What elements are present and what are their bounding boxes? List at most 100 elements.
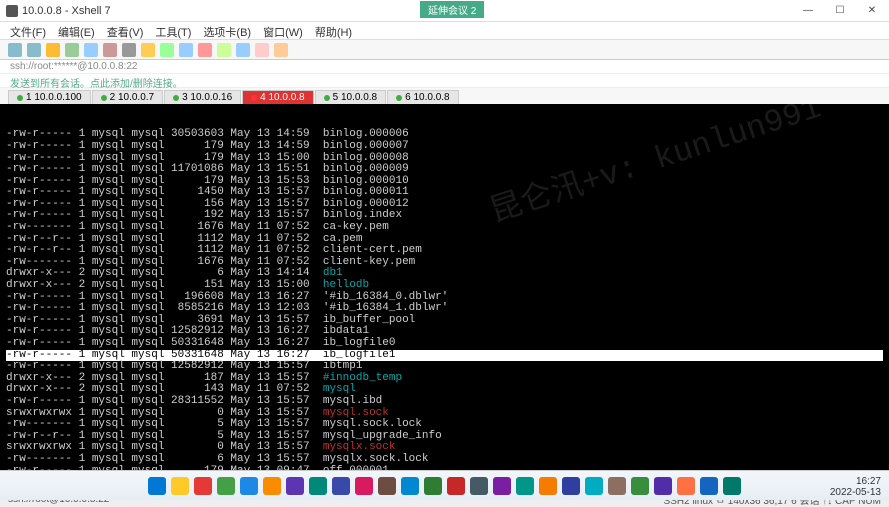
clock-date: 2022-05-13 <box>830 487 881 498</box>
tab-label: 2 10.0.0.7 <box>110 92 154 103</box>
tab-label: 3 10.0.0.16 <box>182 92 232 103</box>
file-name: binlog.000012 <box>323 198 409 210</box>
file-name: binlog.000009 <box>323 163 409 175</box>
taskbar-app-icon[interactable] <box>585 477 603 495</box>
session-tab[interactable]: 3 10.0.0.16 <box>164 90 241 104</box>
toolbar-icon[interactable] <box>141 43 155 57</box>
os-taskbar <box>0 470 889 500</box>
file-name: mysql.ibd <box>323 395 382 407</box>
file-name: ib_buffer_pool <box>323 314 415 326</box>
file-name: #innodb_temp <box>323 372 402 384</box>
taskbar-app-icon[interactable] <box>677 477 695 495</box>
maximize-button[interactable]: ☐ <box>829 5 851 16</box>
taskbar-app-icon[interactable] <box>654 477 672 495</box>
toolbar-icon[interactable] <box>122 43 136 57</box>
menu-item[interactable]: 工具(T) <box>155 24 191 37</box>
toolbar-icon[interactable] <box>198 43 212 57</box>
toolbar-icon[interactable] <box>255 43 269 57</box>
file-name: '#ib_16384_1.dblwr' <box>323 302 448 314</box>
toolbar-icon[interactable] <box>160 43 174 57</box>
taskbar-app-icon[interactable] <box>309 477 327 495</box>
file-name: mysql.sock.lock <box>323 418 422 430</box>
window-controls: — ☐ ✕ <box>797 5 883 16</box>
meeting-tag: 延伸会议 2 <box>420 1 484 18</box>
toolbar-icon[interactable] <box>27 43 41 57</box>
status-dot-icon <box>17 95 23 101</box>
file-name: mysql_upgrade_info <box>323 430 442 442</box>
taskbar-app-icon[interactable] <box>355 477 373 495</box>
tab-label: 1 10.0.0.100 <box>26 92 82 103</box>
taskbar-app-icon[interactable] <box>378 477 396 495</box>
menu-item[interactable]: 编辑(E) <box>58 24 95 37</box>
status-dot-icon <box>251 95 257 101</box>
status-dot-icon <box>324 95 330 101</box>
taskbar-app-icon[interactable] <box>493 477 511 495</box>
taskbar-app-icon[interactable] <box>194 477 212 495</box>
file-name: ca-key.pem <box>323 221 389 233</box>
taskbar-app-icon[interactable] <box>263 477 281 495</box>
file-name: ib_logfile0 <box>323 337 396 349</box>
session-tabs: 1 10.0.0.100 2 10.0.0.7 3 10.0.0.16 4 10.0.… <box>0 88 889 104</box>
session-tab[interactable]: 5 10.0.0.8 <box>315 90 386 104</box>
taskbar-app-icon[interactable] <box>401 477 419 495</box>
toolbar <box>0 40 889 60</box>
minimize-button[interactable]: — <box>797 5 819 16</box>
tab-label: 6 10.0.0.8 <box>405 92 449 103</box>
file-name: mysqlx.sock.lock <box>323 453 429 465</box>
file-name: ca.pem <box>323 233 363 245</box>
taskbar-app-icon[interactable] <box>539 477 557 495</box>
taskbar-app-icon[interactable] <box>171 477 189 495</box>
close-button[interactable]: ✕ <box>861 5 883 16</box>
file-name: ibtmp1 <box>323 360 363 372</box>
taskbar-app-icon[interactable] <box>424 477 442 495</box>
taskbar-app-icon[interactable] <box>217 477 235 495</box>
file-name: binlog.000008 <box>323 152 409 164</box>
file-name: binlog.000010 <box>323 175 409 187</box>
toolbar-icon[interactable] <box>8 43 22 57</box>
session-tab[interactable]: 4 10.0.0.8 <box>242 90 313 104</box>
toolbar-icon[interactable] <box>84 43 98 57</box>
file-name: client-key.pem <box>323 256 415 268</box>
taskbar-app-icon[interactable] <box>470 477 488 495</box>
taskbar-app-icon[interactable] <box>148 477 166 495</box>
taskbar-app-icon[interactable] <box>332 477 350 495</box>
status-dot-icon <box>396 95 402 101</box>
menu-item[interactable]: 文件(F) <box>10 24 46 37</box>
terminal-area[interactable]: 昆仑汛+v: kunlun991 -rw-r----- 1 mysql mysq… <box>0 104 889 492</box>
session-tab[interactable]: 6 10.0.0.8 <box>387 90 458 104</box>
menu-item[interactable]: 窗口(W) <box>263 24 303 37</box>
toolbar-icon[interactable] <box>236 43 250 57</box>
toolbar-icon[interactable] <box>274 43 288 57</box>
menubar: 文件(F) 编辑(E) 查看(V) 工具(T) 选项卡(B) 窗口(W) 帮助(H) <box>0 22 889 40</box>
taskbar-app-icon[interactable] <box>240 477 258 495</box>
menu-item[interactable]: 查看(V) <box>107 24 144 37</box>
taskbar-app-icon[interactable] <box>562 477 580 495</box>
taskbar-app-icon[interactable] <box>723 477 741 495</box>
tab-label: 4 10.0.0.8 <box>260 92 304 103</box>
address-bar[interactable]: ssh://root:******@10.0.0.8:22 <box>0 60 889 74</box>
toolbar-icon[interactable] <box>179 43 193 57</box>
menu-item[interactable]: 帮助(H) <box>315 24 352 37</box>
file-name: binlog.000007 <box>323 140 409 152</box>
toolbar-icon[interactable] <box>65 43 79 57</box>
menu-item[interactable]: 选项卡(B) <box>203 24 251 37</box>
toolbar-icon[interactable] <box>46 43 60 57</box>
file-name: mysqlx.sock <box>323 441 396 453</box>
file-name: db1 <box>323 267 343 279</box>
broadcast-hint: 发送到所有会话。点此添加/删除连接。 <box>0 74 889 88</box>
taskbar-app-icon[interactable] <box>286 477 304 495</box>
app-icon <box>6 5 18 17</box>
toolbar-icon[interactable] <box>217 43 231 57</box>
session-tab[interactable]: 1 10.0.0.100 <box>8 90 91 104</box>
file-name: hellodb <box>323 279 369 291</box>
tab-label: 5 10.0.0.8 <box>333 92 377 103</box>
taskbar-app-icon[interactable] <box>700 477 718 495</box>
taskbar-app-icon[interactable] <box>447 477 465 495</box>
session-tab[interactable]: 2 10.0.0.7 <box>92 90 163 104</box>
toolbar-icon[interactable] <box>103 43 117 57</box>
taskbar-app-icon[interactable] <box>631 477 649 495</box>
system-clock[interactable]: 16:27 2022-05-13 <box>830 476 881 498</box>
file-name: ibdata1 <box>323 325 369 337</box>
taskbar-app-icon[interactable] <box>516 477 534 495</box>
taskbar-app-icon[interactable] <box>608 477 626 495</box>
